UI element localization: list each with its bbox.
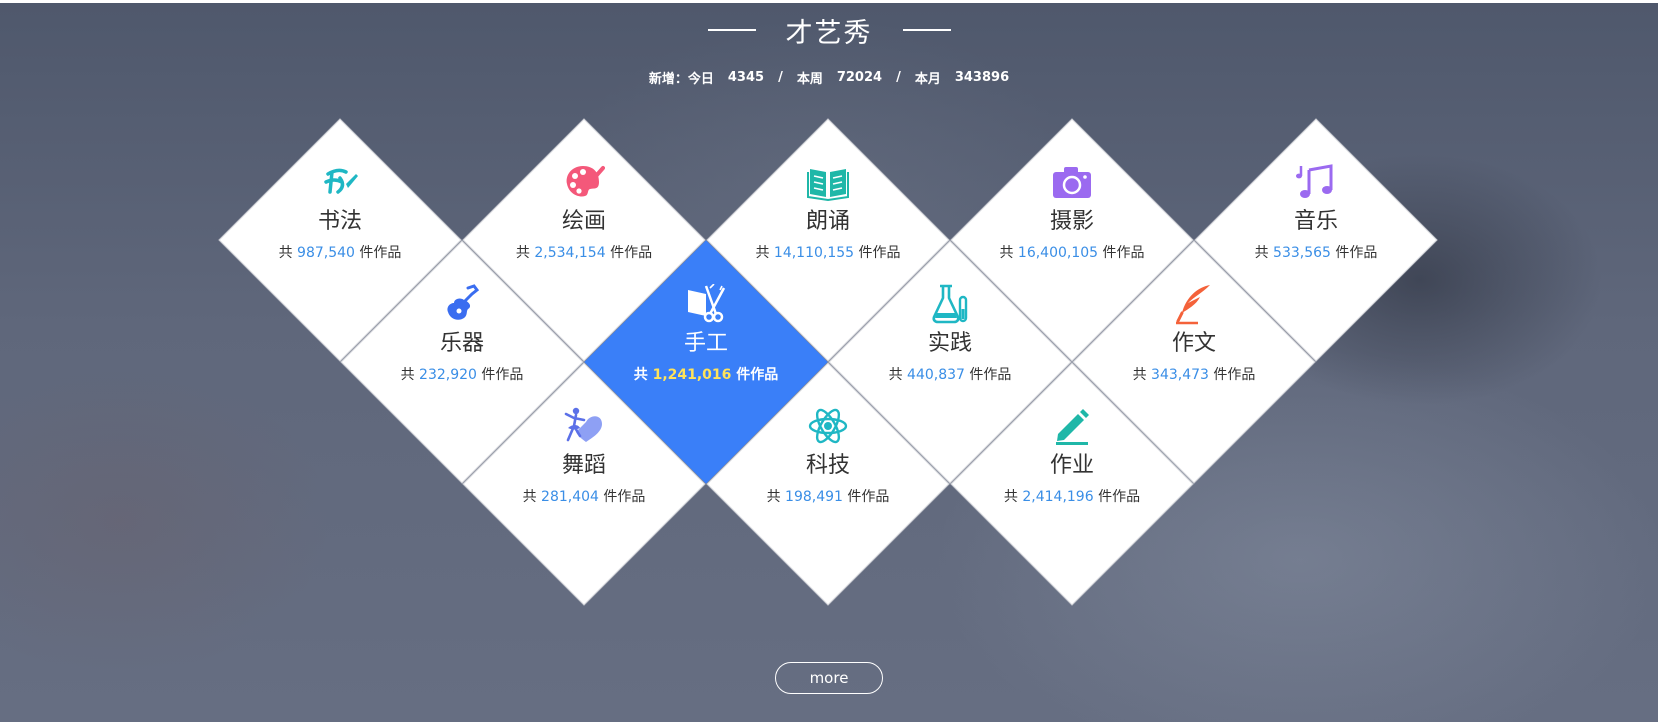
count-suffix: 件作品 — [1098, 489, 1141, 505]
stats-today-value: 4345 — [727, 69, 765, 85]
stats-today-label: 今日 — [687, 71, 714, 87]
stats-week-value: 72024 — [836, 69, 883, 85]
count-prefix: 共 — [400, 367, 415, 383]
category-tile-content[interactable]: 科技共 198,491 件作品 — [706, 362, 950, 606]
category-count: 共 198,491 件作品 — [767, 488, 890, 506]
pen-icon — [1050, 404, 1094, 448]
category-tile[interactable]: 舞蹈共 281,404 件作品 — [462, 362, 706, 606]
count-suffix: 件作品 — [1213, 367, 1256, 383]
category-name: 舞蹈 — [561, 453, 606, 478]
category-name: 朗诵 — [805, 209, 850, 234]
palette-icon — [562, 160, 606, 204]
stats-week-label: 本周 — [796, 71, 823, 87]
category-name: 绘画 — [561, 209, 606, 234]
music-note-icon — [1294, 160, 1338, 204]
camera-icon — [1050, 160, 1094, 204]
scissors-icon — [684, 282, 728, 326]
category-name: 音乐 — [1293, 209, 1338, 234]
new-stats: 新增： 今日 4345 / 本周 72024 / 本月 343896 — [0, 67, 1658, 87]
category-tile[interactable]: 科技共 198,491 件作品 — [706, 362, 950, 606]
atom-icon — [806, 404, 850, 448]
stats-new-label: 新增： — [648, 71, 688, 87]
count-number: 2,414,196 — [1022, 489, 1094, 505]
count-prefix: 共 — [278, 245, 293, 261]
section-header: 才艺秀 — [0, 10, 1658, 50]
book-icon — [806, 160, 850, 204]
title-right-dash — [902, 29, 951, 31]
count-prefix: 共 — [1003, 489, 1018, 505]
top-border — [0, 0, 1658, 3]
dancer-icon — [562, 404, 606, 448]
stats-separator: / — [896, 69, 901, 85]
count-prefix: 共 — [766, 489, 781, 505]
category-name: 作业 — [1049, 453, 1094, 478]
stats-month-label: 本月 — [914, 71, 941, 87]
category-name: 实践 — [927, 331, 972, 356]
category-name: 手工 — [683, 331, 728, 356]
category-name: 科技 — [805, 453, 850, 478]
category-name: 作文 — [1171, 331, 1216, 356]
count-suffix: 件作品 — [603, 489, 646, 505]
count-suffix: 件作品 — [847, 489, 890, 505]
category-name: 书法 — [317, 209, 362, 234]
category-name: 摄影 — [1049, 209, 1094, 234]
count-prefix: 共 — [522, 489, 537, 505]
count-number: 198,491 — [785, 489, 843, 505]
category-tile-content[interactable]: 作业共 2,414,196 件作品 — [950, 362, 1194, 606]
category-tile[interactable]: 作业共 2,414,196 件作品 — [950, 362, 1194, 606]
flask-icon — [928, 282, 972, 326]
category-count: 共 281,404 件作品 — [523, 488, 646, 506]
calligraphy-icon — [318, 160, 362, 204]
category-tile-content[interactable]: 舞蹈共 281,404 件作品 — [462, 362, 706, 606]
title-left-dash — [707, 29, 756, 31]
guitar-icon — [440, 282, 484, 326]
category-count: 共 2,414,196 件作品 — [1004, 488, 1140, 506]
stats-month-value: 343896 — [954, 69, 1010, 85]
count-suffix: 件作品 — [1335, 245, 1378, 261]
section-title: 才艺秀 — [785, 17, 873, 49]
stats-separator: / — [778, 69, 783, 85]
quill-icon — [1172, 282, 1216, 326]
category-name: 乐器 — [439, 331, 484, 356]
count-number: 281,404 — [541, 489, 599, 505]
more-button[interactable]: more — [775, 662, 883, 694]
